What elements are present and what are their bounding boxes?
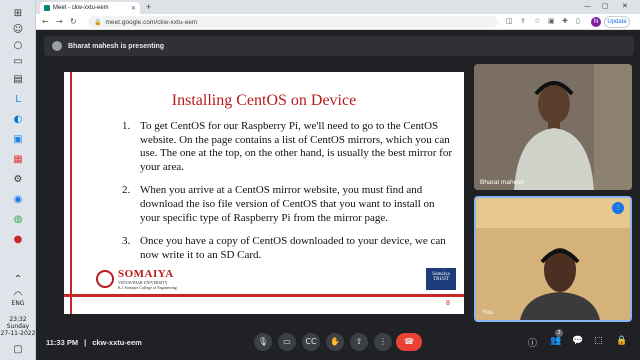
presenter-avatar: [52, 41, 62, 51]
office-icon[interactable]: ▦: [9, 152, 27, 166]
logo-college: K J Somaiya College of Engineering: [118, 285, 177, 290]
bookmark-star-icon[interactable]: ☆: [534, 17, 540, 25]
url-text[interactable]: meet.google.com/ckw-xxtu-eem: [105, 19, 197, 26]
slide-page-number: 8: [446, 300, 450, 307]
slide-footer-bar: [64, 294, 464, 297]
camera-button[interactable]: ▭: [278, 333, 296, 351]
chrome-icon[interactable]: ◍: [9, 212, 27, 226]
photos-icon[interactable]: ▣: [9, 132, 27, 146]
omnibox[interactable]: 🔒 meet.google.com/ckw-xxtu-eem: [88, 16, 498, 28]
app-red-icon[interactable]: ●: [9, 232, 27, 246]
forward-icon[interactable]: →: [56, 17, 63, 26]
end-call-button[interactable]: ☎: [396, 333, 422, 351]
microphone-button[interactable]: 🎙: [254, 333, 272, 351]
close-window-icon[interactable]: ✕: [622, 2, 628, 10]
user-icon[interactable]: ☺: [9, 22, 27, 36]
extension-icon[interactable]: ▣: [548, 17, 555, 25]
presentation-slide: Installing CentOS on Device 1. To get Ce…: [64, 72, 464, 314]
logo-text: SOMAIYA VIDYAVIHAR UNIVERSITY K J Somaiy…: [118, 268, 177, 290]
trust-logo: Somaiya TRUST: [426, 268, 456, 290]
self-tile[interactable]: ⋮ You: [474, 196, 632, 322]
people-icon[interactable]: 👥: [550, 336, 561, 346]
language-indicator[interactable]: ENG: [0, 300, 36, 307]
camera-icon[interactable]: ◫: [506, 17, 513, 25]
app-l-icon[interactable]: L: [9, 92, 27, 106]
participant-video: [474, 64, 632, 190]
chat-icon[interactable]: 💬: [572, 336, 583, 346]
list-item: 2. When you arrive at a CentOS mirror we…: [122, 184, 452, 225]
activities-icon[interactable]: ⬚: [594, 336, 603, 346]
task-view-icon[interactable]: ▭: [9, 54, 27, 68]
tab-strip: Meet - ckw-xxtu-eem ✕ + — ▢ ✕: [36, 0, 640, 14]
list-number: 3.: [122, 235, 131, 248]
clock-time[interactable]: 23:32: [0, 316, 36, 323]
self-name: You: [482, 309, 493, 316]
clock-day: Sunday: [6, 323, 30, 330]
people-count-badge: 3: [555, 329, 563, 337]
slide-list: 1. To get CentOS for our Raspberry Pi, w…: [122, 120, 452, 272]
tab-title: Meet - ckw-xxtu-eem: [53, 5, 109, 11]
present-button[interactable]: ⇧: [350, 333, 368, 351]
profile-avatar[interactable]: N: [591, 17, 601, 27]
logo-main: SOMAIYA: [118, 268, 174, 280]
meeting-code: ckw-xxtu-eem: [92, 338, 142, 347]
new-tab-button[interactable]: +: [146, 2, 151, 12]
meeting-details-icon[interactable]: ⓘ: [528, 336, 537, 349]
address-bar-row: ← → ↻ 🔒 meet.google.com/ckw-xxtu-eem ◫ ⇪…: [36, 14, 640, 30]
windows-taskbar: ⊞ ☺ ○ ▭ ▤ L ◐ ▣ ▦ ⚙ ◉ ◍ ● ⌃ ◠ ENG 23:32 …: [0, 0, 36, 360]
audio-level-icon: ⋮: [612, 202, 624, 214]
list-text: When you arrive at a CentOS mirror websi…: [140, 184, 435, 224]
list-number: 2.: [122, 184, 131, 197]
list-item: 3. Once you have a copy of CentOS downlo…: [122, 235, 452, 262]
puzzle-icon[interactable]: ✚: [562, 17, 568, 25]
chevron-up-icon[interactable]: ⌃: [9, 272, 27, 286]
list-text: To get CentOS for our Raspberry Pi, we'l…: [140, 120, 453, 173]
presenting-text: Bharat mahesh is presenting: [68, 42, 165, 50]
presenting-banner: Bharat mahesh is presenting: [44, 36, 634, 56]
edge-icon[interactable]: ◐: [9, 112, 27, 126]
meeting-info: 11:33 PM | ckw-xxtu-eem: [46, 338, 142, 347]
search-icon[interactable]: ○: [9, 38, 27, 52]
more-options-button[interactable]: ⋮: [374, 333, 392, 351]
somaiya-logo: SOMAIYA VIDYAVIHAR UNIVERSITY K J Somaiy…: [96, 268, 177, 290]
meet-favicon-icon: [44, 5, 50, 11]
share-icon[interactable]: ⇪: [520, 17, 526, 25]
self-video: [476, 198, 630, 320]
settings-icon[interactable]: ⚙: [9, 172, 27, 186]
notification-icon[interactable]: ▢: [9, 342, 27, 356]
browser-window: Meet - ckw-xxtu-eem ✕ + — ▢ ✕ ← → ↻ 🔒 me…: [36, 0, 640, 360]
clock-date: 27-11-2022: [0, 330, 36, 337]
captions-button[interactable]: CC: [302, 333, 320, 351]
minimize-icon[interactable]: —: [584, 2, 591, 10]
update-button[interactable]: Update: [604, 16, 630, 28]
zoom-icon[interactable]: ◉: [9, 192, 27, 206]
windows-start-icon[interactable]: ⊞: [9, 6, 27, 20]
maximize-icon[interactable]: ▢: [602, 2, 609, 10]
list-number: 1.: [122, 120, 131, 132]
meeting-control-bar: 11:33 PM | ckw-xxtu-eem 🎙 ▭ CC ✋ ⇧ ⋮ ☎ ⓘ…: [36, 330, 640, 360]
close-tab-icon[interactable]: ✕: [131, 5, 136, 12]
somaiya-seal-icon: [96, 270, 114, 288]
participant-name: Bharat mahesh: [480, 179, 525, 186]
participant-tile[interactable]: Bharat mahesh: [474, 64, 632, 190]
meeting-separator: |: [84, 338, 87, 347]
back-icon[interactable]: ←: [42, 17, 49, 26]
list-text: Once you have a copy of CentOS downloade…: [140, 235, 446, 261]
sidepanel-icon[interactable]: ▯: [576, 17, 580, 25]
tab-meet[interactable]: Meet - ckw-xxtu-eem ✕: [40, 2, 140, 14]
store-icon[interactable]: ▤: [9, 72, 27, 86]
reload-icon[interactable]: ↻: [70, 17, 77, 26]
host-controls-icon[interactable]: 🔒: [616, 336, 627, 346]
lock-icon[interactable]: 🔒: [94, 19, 101, 26]
raise-hand-button[interactable]: ✋: [326, 333, 344, 351]
list-item: 1. To get CentOS for our Raspberry Pi, w…: [122, 120, 452, 174]
meeting-time: 11:33 PM: [46, 338, 79, 347]
slide-title: Installing CentOS on Device: [171, 92, 357, 109]
